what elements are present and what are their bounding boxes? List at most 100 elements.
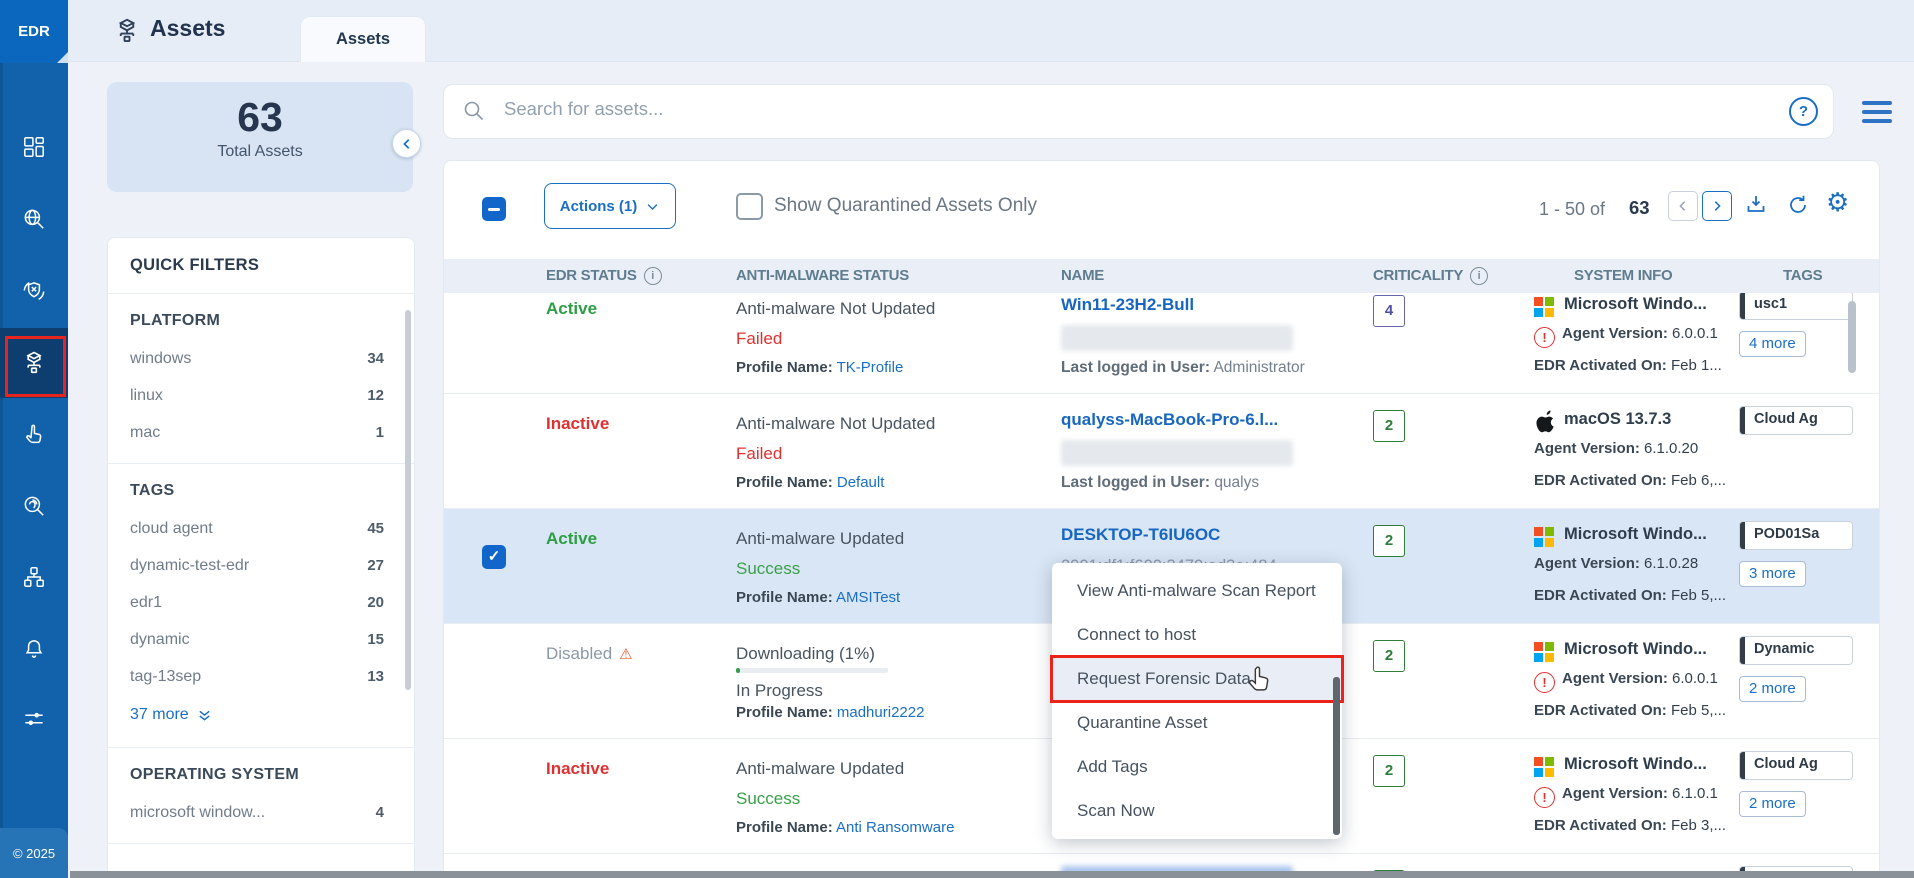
table-row[interactable]: Inactive Anti-malware Not Updated Failed Pr… xyxy=(444,394,1879,509)
fingerprint-search-icon xyxy=(24,496,44,516)
column-header-name[interactable]: NAME xyxy=(1061,267,1104,284)
quarantined-only-checkbox[interactable] xyxy=(736,193,763,220)
bottom-scrollbar[interactable] xyxy=(70,871,1914,878)
menu-item-add-tags[interactable]: Add Tags xyxy=(1052,745,1342,789)
agent-version-label: Agent Version: xyxy=(1562,325,1668,342)
tag-pill: Cloud Ag xyxy=(1739,751,1853,780)
menu-item-scan-now[interactable]: Scan Now xyxy=(1052,789,1342,833)
more-tags-button[interactable]: 3 more xyxy=(1739,561,1806,587)
profile-name-link[interactable]: AMSITest xyxy=(836,589,900,606)
profile-name-link[interactable]: madhuri2222 xyxy=(837,704,925,721)
profile-name-line: Profile Name: madhuri2222 xyxy=(736,704,924,721)
more-tags-button[interactable]: 2 more xyxy=(1739,791,1806,817)
asset-name-link[interactable]: DESKTOP-T6IU6OC xyxy=(1061,525,1220,545)
profile-name-link[interactable]: Anti Ransomware xyxy=(836,819,954,836)
context-menu-scrollbar[interactable] xyxy=(1333,677,1340,835)
tab-assets[interactable]: Assets xyxy=(300,16,426,62)
filter-item-count: 12 xyxy=(367,387,384,404)
row-checkbox[interactable]: ✓ xyxy=(482,545,506,569)
filter-item[interactable]: cloud agent 45 xyxy=(130,510,392,547)
tag-bracket xyxy=(1740,293,1745,319)
total-assets-card: 63 Total Assets xyxy=(107,82,413,192)
search-input[interactable] xyxy=(502,97,1706,121)
prev-page-button[interactable] xyxy=(1668,191,1698,221)
filter-item[interactable]: windows 34 xyxy=(130,340,392,377)
filter-section: PLATFORM windows 34 linux 12 mac 1 xyxy=(108,294,414,464)
menu-item-label: Connect to host xyxy=(1077,625,1197,644)
filter-item[interactable]: edr1 20 xyxy=(130,584,392,621)
menu-item-request-forensic-data[interactable]: Request Forensic Data xyxy=(1050,655,1344,703)
sidebar-item-dashboard[interactable] xyxy=(0,118,68,176)
double-chevron-down-icon xyxy=(199,710,210,721)
table-row[interactable]: Active Anti-malware Not Updated Failed Prof… xyxy=(444,293,1879,394)
sidebar-item-policies[interactable] xyxy=(0,548,68,606)
hierarchy-icon xyxy=(24,567,44,587)
sidebar-item-anti-malware[interactable] xyxy=(0,262,68,320)
help-icon[interactable]: ? xyxy=(1789,97,1818,126)
filter-more-link[interactable]: 37 more xyxy=(130,695,392,735)
app-window: EDR © 2025 Assets Assets 63 Total Assets… xyxy=(0,0,1914,878)
column-header-tags[interactable]: TAGS xyxy=(1783,267,1823,284)
anti-malware-status: Anti-malware Not Updated xyxy=(736,414,936,433)
total-assets-label: Total Assets xyxy=(217,143,303,160)
edr-activated-value: Feb 1... xyxy=(1670,357,1722,374)
last-logged-in-line: Last logged in User: qualys xyxy=(1061,474,1259,492)
table-vertical-scrollbar[interactable] xyxy=(1848,301,1856,373)
sidebar-item-investigate[interactable] xyxy=(0,190,68,248)
filter-item[interactable]: tag-13sep 13 xyxy=(130,658,392,695)
asset-name-link[interactable]: qualyss-MacBook-Pro-6.l... xyxy=(1061,410,1278,430)
select-all-checkbox-indeterminate[interactable] xyxy=(482,197,506,221)
download-progress-fill xyxy=(736,668,740,673)
collapse-panel-button[interactable] xyxy=(392,129,421,158)
profile-name-link[interactable]: TK-Profile xyxy=(837,359,904,376)
refresh-icon xyxy=(1790,195,1806,213)
menu-hamburger-icon[interactable] xyxy=(1862,101,1892,128)
shield-x-icon xyxy=(23,281,45,301)
filter-item[interactable]: dynamic 15 xyxy=(130,621,392,658)
profile-name-link[interactable]: Default xyxy=(837,474,885,491)
warning-triangle-icon: ⚠ xyxy=(619,645,633,663)
criticality-badge: 2 xyxy=(1373,755,1405,787)
edr-logo[interactable]: EDR xyxy=(0,0,68,63)
filter-item-count: 15 xyxy=(367,631,384,648)
asset-name-link[interactable]: Win11-23H2-Bull xyxy=(1061,295,1194,315)
asset-detail-redacted xyxy=(1061,440,1293,466)
tag-bracket xyxy=(1740,522,1745,549)
agent-version-line: ! Agent Version: 6.0.0.1 xyxy=(1534,325,1718,348)
more-tags-button[interactable]: 4 more xyxy=(1739,331,1806,357)
column-header-system-info[interactable]: SYSTEM INFO xyxy=(1574,267,1673,284)
filter-section-title: PLATFORM xyxy=(130,312,221,329)
actions-button[interactable]: Actions (1) xyxy=(544,183,676,229)
menu-item-label: Add Tags xyxy=(1077,757,1148,776)
more-tags-button[interactable]: 2 more xyxy=(1739,676,1806,702)
os-name: macOS 13.7.3 xyxy=(1564,410,1672,428)
download-button[interactable] xyxy=(1744,193,1768,217)
sidebar-item-hunting[interactable] xyxy=(0,477,68,535)
edr-activated-value: Feb 3,... xyxy=(1670,817,1726,834)
filter-item[interactable]: mac 1 xyxy=(130,414,392,451)
criticality-badge: 2 xyxy=(1373,525,1405,557)
filter-item[interactable]: dynamic-test-edr 27 xyxy=(130,547,392,584)
os-name: Microsoft Windo... xyxy=(1564,640,1707,658)
menu-item-view-anti-malware-scan-report[interactable]: View Anti-malware Scan Report xyxy=(1052,569,1342,613)
column-header-anti-malware-status[interactable]: ANTI-MALWARE STATUS xyxy=(736,267,909,284)
sidebar-item-responses[interactable] xyxy=(0,406,68,464)
profile-name-line: Profile Name: Default xyxy=(736,474,884,491)
edr-status-value: Active xyxy=(546,299,598,318)
filter-item[interactable]: linux 12 xyxy=(130,377,392,414)
sidebar-item-alerts[interactable] xyxy=(0,620,68,678)
anti-malware-status: Anti-malware Updated xyxy=(736,759,905,778)
column-header-criticality[interactable]: CRITICALITY i xyxy=(1373,267,1489,285)
menu-item-connect-to-host[interactable]: Connect to host xyxy=(1052,613,1342,657)
column-header-edr-status[interactable]: EDR STATUS i xyxy=(546,267,662,285)
sidebar-item-configuration[interactable] xyxy=(0,690,68,748)
edr-status: Inactive xyxy=(546,414,609,434)
menu-item-quarantine-asset[interactable]: Quarantine Asset xyxy=(1052,701,1342,745)
refresh-button[interactable] xyxy=(1786,193,1810,217)
settings-gear-icon[interactable]: ⚙ xyxy=(1826,188,1849,218)
chevron-right-icon xyxy=(1714,201,1721,211)
filter-item-count: 4 xyxy=(375,804,384,821)
next-page-button[interactable] xyxy=(1702,191,1732,221)
filters-scrollbar[interactable] xyxy=(405,310,411,690)
filter-item[interactable]: microsoft window... 4 xyxy=(130,794,392,831)
